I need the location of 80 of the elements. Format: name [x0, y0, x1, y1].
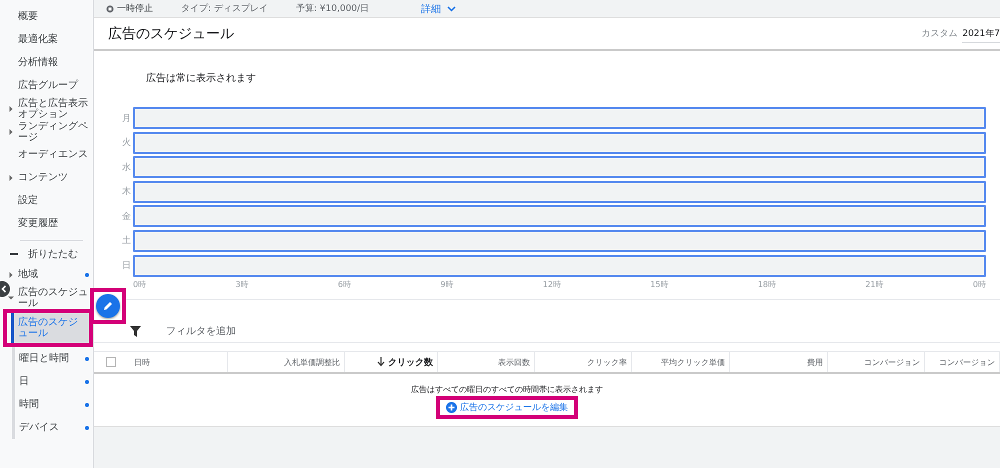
edit-schedule-link[interactable]: 広告のスケジュールを編集 — [446, 401, 568, 414]
sidebar-item-label: 時間 — [19, 399, 40, 410]
edit-button[interactable] — [96, 294, 120, 318]
sidebar-item[interactable]: 広告のスケジュール — [0, 286, 93, 309]
day-label: 火 — [121, 136, 132, 150]
sidebar-item-label: 広告グループ — [18, 80, 80, 91]
sidebar-item[interactable]: オーディエンス — [0, 143, 93, 166]
hour-label: 9時 — [440, 278, 454, 290]
hour-label: 15時 — [650, 278, 668, 290]
sidebar-item-label: 曜日と時間 — [19, 353, 70, 364]
column-header[interactable]: 入札単価調整比 — [228, 352, 345, 372]
sidebar-item[interactable]: 変更履歴 — [0, 212, 93, 235]
column-header[interactable]: 費用 — [730, 352, 828, 372]
sidebar-item-label: 広告のスケジュール — [18, 286, 89, 308]
pause-status-icon — [106, 4, 114, 12]
sidebar-item-label: 設定 — [18, 195, 39, 206]
hour-label: 3時 — [235, 278, 249, 290]
column-header[interactable]: コンバージョン — [925, 352, 1000, 372]
hour-label: 6時 — [338, 278, 351, 290]
day-label: 木 — [121, 186, 132, 198]
sidebar-item-label: デバイス — [19, 422, 60, 433]
sidebar-item[interactable]: 地域 — [0, 263, 93, 286]
day-label: 金 — [121, 210, 132, 223]
sidebar-item[interactable]: 設定 — [0, 189, 93, 212]
filter-icon — [130, 326, 141, 336]
budget-text: 予算: ¥10,000/日 — [296, 2, 370, 15]
hour-label: 21時 — [865, 278, 884, 290]
schedule-message: 広告は常に表示されます — [146, 72, 257, 86]
campaign-type: タイプ: ディスプレイ — [181, 2, 268, 15]
hour-label: 12時 — [542, 278, 561, 290]
sidebar-item-label: 分析情報 — [18, 57, 59, 68]
plus-circle-icon — [446, 402, 457, 413]
date-range-field[interactable]: 2021年7 — [962, 24, 1000, 42]
day-label: 月 — [121, 112, 132, 124]
sidebar-item-label: 変更履歴 — [18, 218, 59, 229]
hour-label: 18時 — [758, 278, 776, 290]
minus-icon — [10, 253, 18, 255]
pencil-icon — [102, 300, 114, 312]
sidebar-item-label: 最適化案 — [18, 34, 59, 45]
details-button[interactable]: 詳細 — [421, 2, 456, 16]
sidebar-item[interactable]: 曜日と時間 — [15, 347, 93, 370]
collapse-button[interactable]: 折りたたむ — [28, 247, 78, 261]
sidebar-item[interactable]: デバイス — [15, 416, 93, 439]
day-label: 水 — [121, 162, 132, 174]
sidebar-item-label: オーディエンス — [18, 149, 89, 160]
chevron-left-icon — [0, 285, 8, 293]
sidebar-item-label: 広告と広告表示オプション — [18, 98, 89, 120]
column-header[interactable]: クリック数 — [345, 352, 438, 372]
select-all-checkbox[interactable] — [106, 357, 116, 367]
column-header[interactable]: クリック率 — [535, 352, 632, 372]
day-label: 土 — [121, 234, 132, 248]
column-header[interactable]: コンバージョン — [828, 352, 925, 372]
day-label: 日 — [121, 260, 132, 272]
hour-label: 0時 — [133, 278, 146, 290]
sidebar-item[interactable]: 分析情報 — [0, 51, 93, 74]
date-range-label: カスタム — [921, 28, 958, 40]
add-filter-button[interactable]: フィルタを追加 — [166, 324, 236, 338]
sidebar-item[interactable]: 広告と広告表示オプション — [0, 97, 93, 120]
sidebar-item-label: 広告のスケジュール — [18, 317, 79, 339]
sidebar-item[interactable]: コンテンツ — [0, 166, 93, 189]
sidebar-item[interactable]: 広告グループ — [0, 74, 93, 97]
sidebar-item[interactable]: 日 — [15, 370, 93, 393]
sidebar-item[interactable]: 概要 — [0, 5, 93, 28]
empty-message: 広告はすべての曜日のすべての時間帯に表示されます — [411, 384, 603, 395]
column-header[interactable]: 表示回数 — [438, 352, 535, 372]
sidebar-item[interactable]: 時間 — [15, 393, 93, 416]
sidebar-item[interactable]: ランディングページ — [0, 120, 93, 143]
hour-label: 0時 — [972, 278, 986, 290]
sidebar-item-label: 概要 — [18, 11, 39, 22]
page-title: 広告のスケジュール — [108, 24, 234, 42]
sidebar-item-label: ランディングページ — [18, 120, 89, 142]
chevron-down-icon — [447, 6, 456, 12]
column-header[interactable]: 平均クリック単価 — [632, 352, 730, 372]
sidebar-item[interactable]: 最適化案 — [0, 28, 93, 51]
sidebar-item-label: コンテンツ — [18, 172, 69, 183]
column-header[interactable]: 日時 — [94, 352, 228, 372]
status-text: 一時停止 — [117, 2, 153, 15]
sidebar-item-label: 日 — [19, 376, 30, 387]
sort-arrow-icon — [377, 357, 385, 367]
sidebar-item-label: 地域 — [18, 269, 39, 280]
